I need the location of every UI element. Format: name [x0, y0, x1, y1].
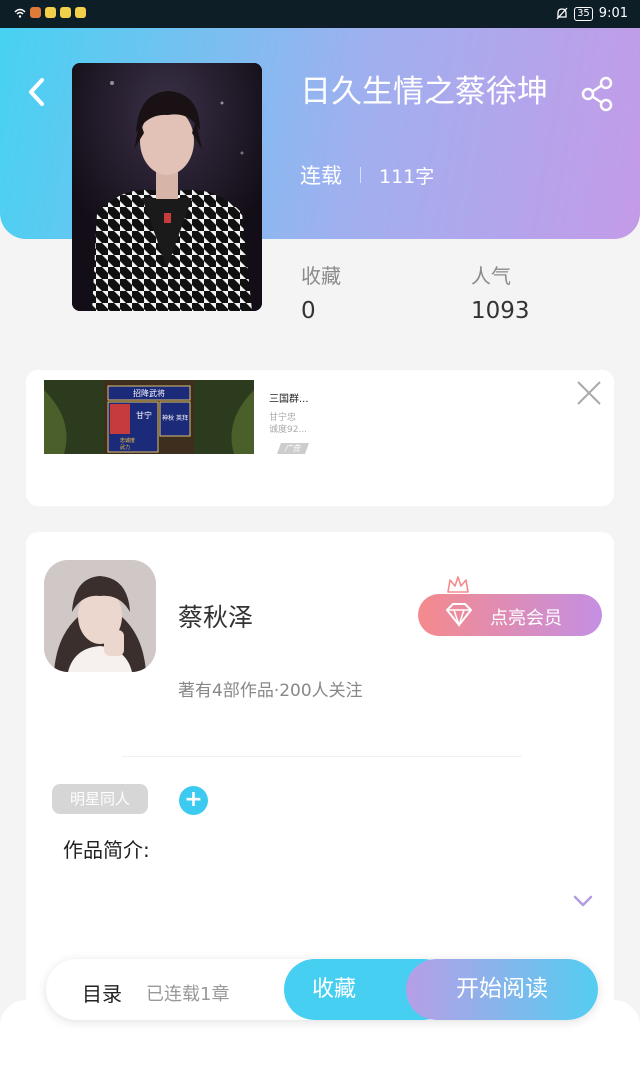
ad-card[interactable]: 招降武将 甘宁 忠诚度 武力 神秋 英拜 三国群... 甘宁忠 诚度92... …: [26, 370, 614, 506]
diamond-icon: [446, 603, 472, 628]
start-reading-button[interactable]: 开始阅读: [406, 959, 598, 1020]
ad-desc-line: 诚度92...: [269, 425, 308, 435]
app-notification-icon: [45, 7, 56, 18]
ad-tag: 广告: [276, 443, 310, 454]
serial-status: 连载: [300, 164, 342, 188]
favorites-label: 收藏: [301, 264, 341, 288]
crown-icon: [447, 576, 469, 596]
word-count: 111字: [379, 165, 435, 188]
battery-indicator: 35: [574, 6, 593, 21]
book-info-card: 蔡秋泽 点亮会员 著有4部作品·200人关注 明星同人 + 作品简介:: [26, 532, 614, 1012]
chevron-down-icon[interactable]: [572, 894, 594, 908]
notification-icons: [14, 7, 86, 18]
popularity-count: 1093: [471, 298, 530, 324]
svg-text:招降武将: 招降武将: [133, 388, 165, 398]
avatar[interactable]: [44, 560, 156, 672]
close-icon[interactable]: [574, 378, 604, 408]
divider: [122, 756, 522, 757]
mute-icon: [556, 7, 568, 20]
popularity-label: 人气: [471, 264, 511, 288]
status-bar: 35 9:01: [0, 0, 640, 28]
genre-tag[interactable]: 明星同人: [52, 784, 148, 814]
ad-description: 甘宁忠 诚度92...: [269, 412, 307, 436]
vip-label: 点亮会员: [490, 608, 562, 629]
book-cover[interactable]: [72, 63, 262, 311]
vip-button[interactable]: 点亮会员: [418, 594, 602, 636]
svg-text:神秋 英拜: 神秋 英拜: [162, 414, 188, 422]
bottom-action-bar: 目录 已连载1章 收藏 开始阅读: [46, 959, 598, 1020]
app-notification-icon: [30, 7, 41, 18]
wifi-icon: [14, 8, 26, 18]
ad-image[interactable]: 招降武将 甘宁 忠诚度 武力 神秋 英拜: [44, 380, 254, 454]
add-tag-button[interactable]: +: [179, 786, 208, 815]
book-status-line: 连载 111字: [300, 160, 434, 190]
intro-label: 作品简介:: [63, 838, 150, 862]
app-notification-icon: [75, 7, 86, 18]
author-name[interactable]: 蔡秋泽: [178, 598, 253, 634]
book-title: 日久生情之蔡徐坤: [300, 74, 548, 110]
chapter-count: 已连载1章: [146, 984, 230, 1005]
svg-text:甘宁: 甘宁: [136, 410, 152, 420]
ad-title: 三国群...: [269, 394, 309, 405]
divider: [360, 167, 361, 183]
share-icon[interactable]: [578, 74, 618, 114]
clock: 9:01: [598, 6, 628, 21]
svg-text:忠诚度: 忠诚度: [120, 437, 135, 444]
back-arrow-icon[interactable]: [22, 72, 52, 112]
author-works-info: 著有4部作品·200人关注: [178, 681, 363, 701]
app-notification-icon: [60, 7, 71, 18]
svg-text:武力: 武力: [120, 444, 130, 451]
favorites-count: 0: [301, 298, 316, 324]
ad-desc-line: 甘宁忠: [269, 413, 297, 423]
toc-button[interactable]: 目录: [82, 978, 122, 1007]
